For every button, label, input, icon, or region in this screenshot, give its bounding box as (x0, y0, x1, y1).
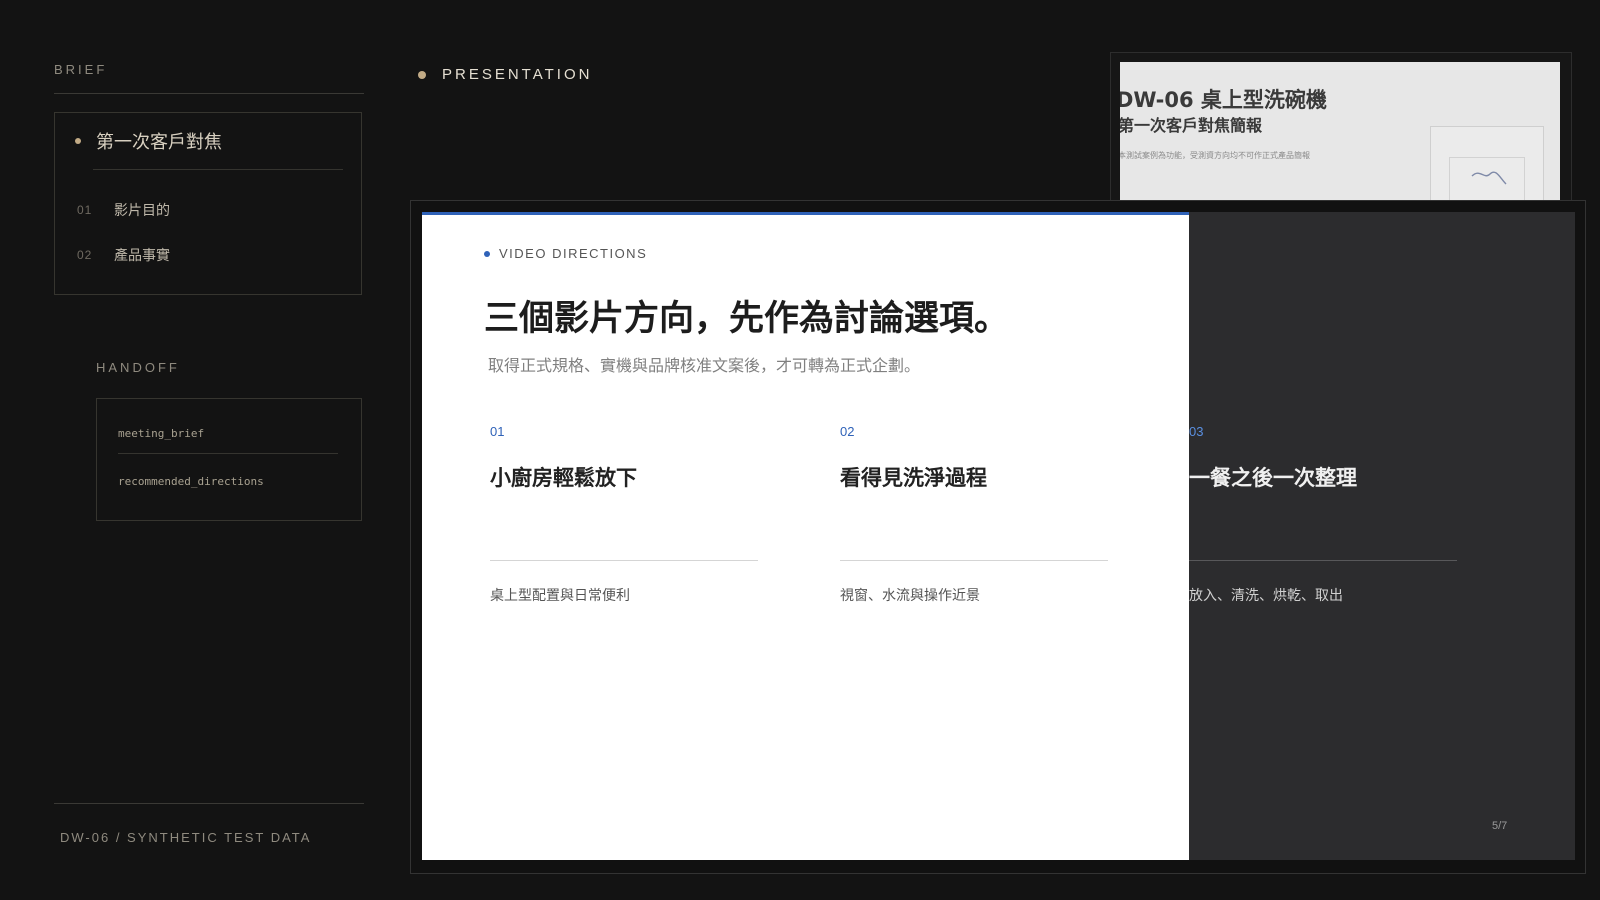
previous-slide-subtitle: 第一次客戶對焦簡報 (1120, 116, 1263, 135)
slide-dark-panel (1189, 212, 1575, 860)
brief-outline: 第一次客戶對焦 01 影片目的 02 產品事實 (54, 112, 362, 295)
outline-title: 第一次客戶對焦 (96, 132, 222, 153)
slide-subtitle: 取得正式規格、實機與品牌核准文案後，才可轉為正式企劃。 (488, 356, 921, 375)
direction-divider (490, 560, 758, 561)
direction-divider (840, 560, 1108, 561)
outline-item-number: 02 (77, 248, 93, 262)
slide-eyebrow: VIDEO DIRECTIONS (484, 246, 647, 261)
footer-label: DW-06 / SYNTHETIC TEST DATA (60, 830, 312, 845)
direction-divider (1189, 560, 1457, 561)
active-dot-icon (75, 138, 81, 144)
previous-slide-note: 本測試案例為功能，受測資方向均不可作正式產品簡報 (1120, 151, 1310, 160)
direction-description: 視窗、水流與操作近景 (840, 588, 980, 604)
direction-number: 03 (1189, 424, 1204, 439)
direction-title: 一餐之後一次整理 (1189, 466, 1357, 490)
presentation-header: PRESENTATION (418, 66, 592, 83)
footer-divider (54, 803, 364, 804)
eyebrow-text: VIDEO DIRECTIONS (499, 246, 648, 261)
previous-slide-title: DW-06 桌上型洗碗機 (1120, 88, 1327, 112)
direction-title: 小廚房輕鬆放下 (490, 466, 637, 490)
handoff-heading: HANDOFF (96, 360, 180, 375)
handoff-list: meeting_brief recommended_directions (96, 398, 362, 521)
page-indicator: 5/7 (1492, 820, 1508, 832)
previous-slide-card (1430, 126, 1544, 210)
slide-title: 三個影片方向，先作為討論選項。 (484, 299, 1010, 339)
handoff-item-recommended-directions[interactable]: recommended_directions (118, 475, 264, 488)
eyebrow-dot-icon (484, 250, 490, 257)
app-root: BRIEF 第一次客戶對焦 01 影片目的 02 產品事實 HANDOFF me… (0, 0, 1600, 900)
presentation-label: PRESENTATION (442, 66, 593, 83)
outline-item-purpose[interactable]: 01 影片目的 (77, 199, 170, 221)
slide-accent-bar (422, 212, 1189, 215)
outline-item-label: 影片目的 (114, 203, 170, 219)
outline-current-section[interactable]: 第一次客戶對焦 (75, 127, 222, 155)
direction-title: 看得見洗淨過程 (840, 466, 987, 490)
outline-divider (93, 169, 343, 170)
direction-number: 02 (840, 424, 855, 439)
outline-item-label: 產品事實 (114, 248, 170, 264)
handoff-item-meeting-brief[interactable]: meeting_brief (118, 427, 204, 440)
brief-heading: BRIEF (54, 62, 108, 77)
handoff-divider (118, 453, 338, 454)
brief-divider (54, 93, 364, 94)
direction-description: 放入、清洗、烘乾、取出 (1189, 588, 1343, 604)
direction-number: 01 (490, 424, 505, 439)
outline-item-number: 01 (77, 203, 93, 217)
previous-slide-preview[interactable]: DW-06 桌上型洗碗機 第一次客戶對焦簡報 本測試案例為功能，受測資方向均不可… (1120, 62, 1560, 210)
outline-item-facts[interactable]: 02 產品事實 (77, 244, 170, 266)
direction-description: 桌上型配置與日常便利 (490, 588, 630, 604)
presentation-dot-icon (418, 70, 426, 79)
